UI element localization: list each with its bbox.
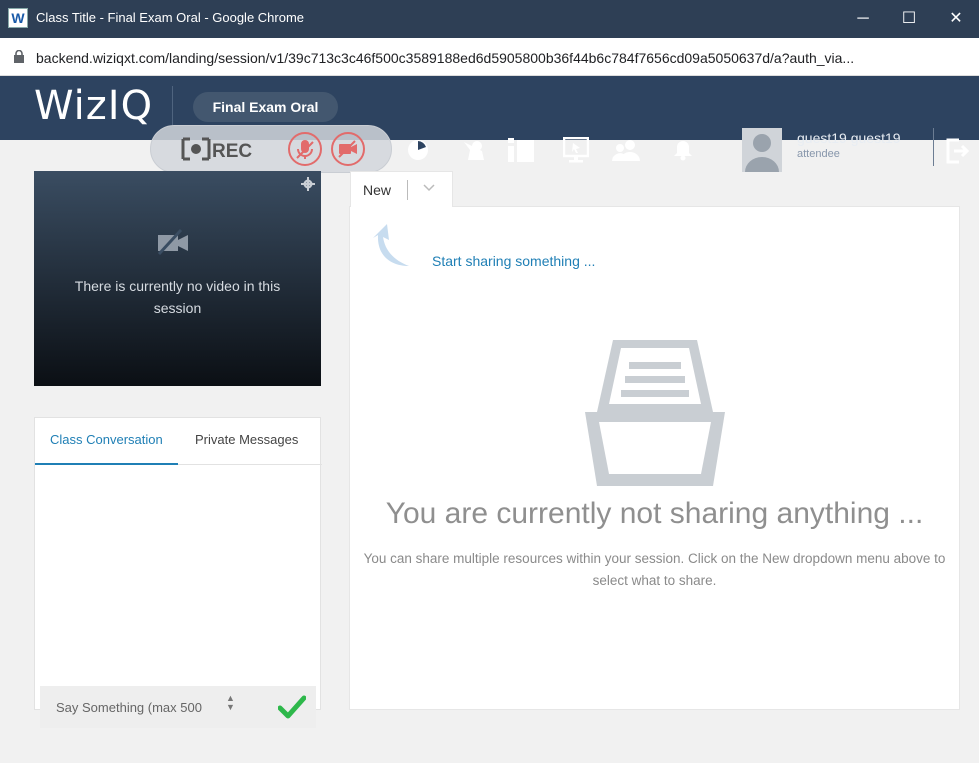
curved-arrow-up-icon [373,224,409,266]
start-sharing-link[interactable]: Start sharing something ... [432,253,595,269]
notification-bell-icon[interactable] [673,139,693,161]
camera-muted-icon [338,140,357,158]
chat-input-stepper[interactable]: ▲ ▼ [226,694,235,712]
browser-titlebar: W Class Title - Final Exam Oral - Google… [0,0,979,38]
chat-panel: Class Conversation Private Messages Say … [34,417,322,728]
new-tab-separator [407,180,408,200]
camera-muted-button[interactable] [331,132,365,166]
new-tab-label: New [363,182,392,198]
address-bar[interactable]: backend.wiziqxt.com/landing/session/v1/3… [0,38,979,76]
logout-icon[interactable] [945,138,971,164]
attendees-icon[interactable] [612,139,640,161]
no-video-camera-icon [157,229,188,255]
user-name: guest19 guest19 [797,130,901,146]
tab-private-messages[interactable]: Private Messages [195,432,298,447]
empty-tray-icon [585,340,725,486]
send-checkmark-icon[interactable] [278,694,306,720]
no-video-message: There is currently no video in this sess… [74,278,281,316]
url-text[interactable]: backend.wiziqxt.com/landing/session/v1/3… [36,50,971,66]
user-avatar [742,128,782,172]
video-panel: There is currently no video in this sess… [34,171,321,386]
rec-label: REC [212,141,252,162]
lock-icon [14,50,24,63]
user-role: attendee [797,148,840,160]
new-dropdown-tab[interactable]: New [350,171,453,207]
close-button[interactable]: ✕ [933,0,979,38]
mic-muted-icon [296,140,314,159]
chat-tabs: Class Conversation Private Messages [35,418,322,465]
wiziq-logo: WizIQ [34,83,154,129]
chat-input-placeholder: Say Something (max 500 [56,700,202,715]
screen-share-icon[interactable] [563,137,589,163]
wiziq-app-icon: W [8,8,28,28]
chevron-down-icon[interactable] [423,184,435,192]
record-button[interactable]: REC [181,136,261,162]
whiteboard-icon[interactable] [508,138,534,162]
class-title-badge: Final Exam Oral [193,92,338,122]
chat-message-input[interactable]: Say Something (max 500 ▲ ▼ [40,686,316,728]
video-settings-gear-icon[interactable] [301,177,315,191]
tab-class-conversation[interactable]: Class Conversation [50,432,163,447]
header-divider [172,86,173,126]
maximize-button[interactable]: ☐ [886,0,932,38]
mic-muted-button[interactable] [288,132,322,166]
empty-state-title: You are currently not sharing anything .… [385,497,924,530]
empty-state-description: You can share multiple resources within … [363,551,946,588]
minimize-button[interactable]: ─ [840,0,886,38]
raise-hand-icon[interactable] [462,138,488,162]
active-tab-indicator [35,463,178,465]
logout-divider [933,128,934,166]
timer-icon[interactable] [406,138,430,162]
window-title: Class Title - Final Exam Oral - Google C… [36,10,305,25]
